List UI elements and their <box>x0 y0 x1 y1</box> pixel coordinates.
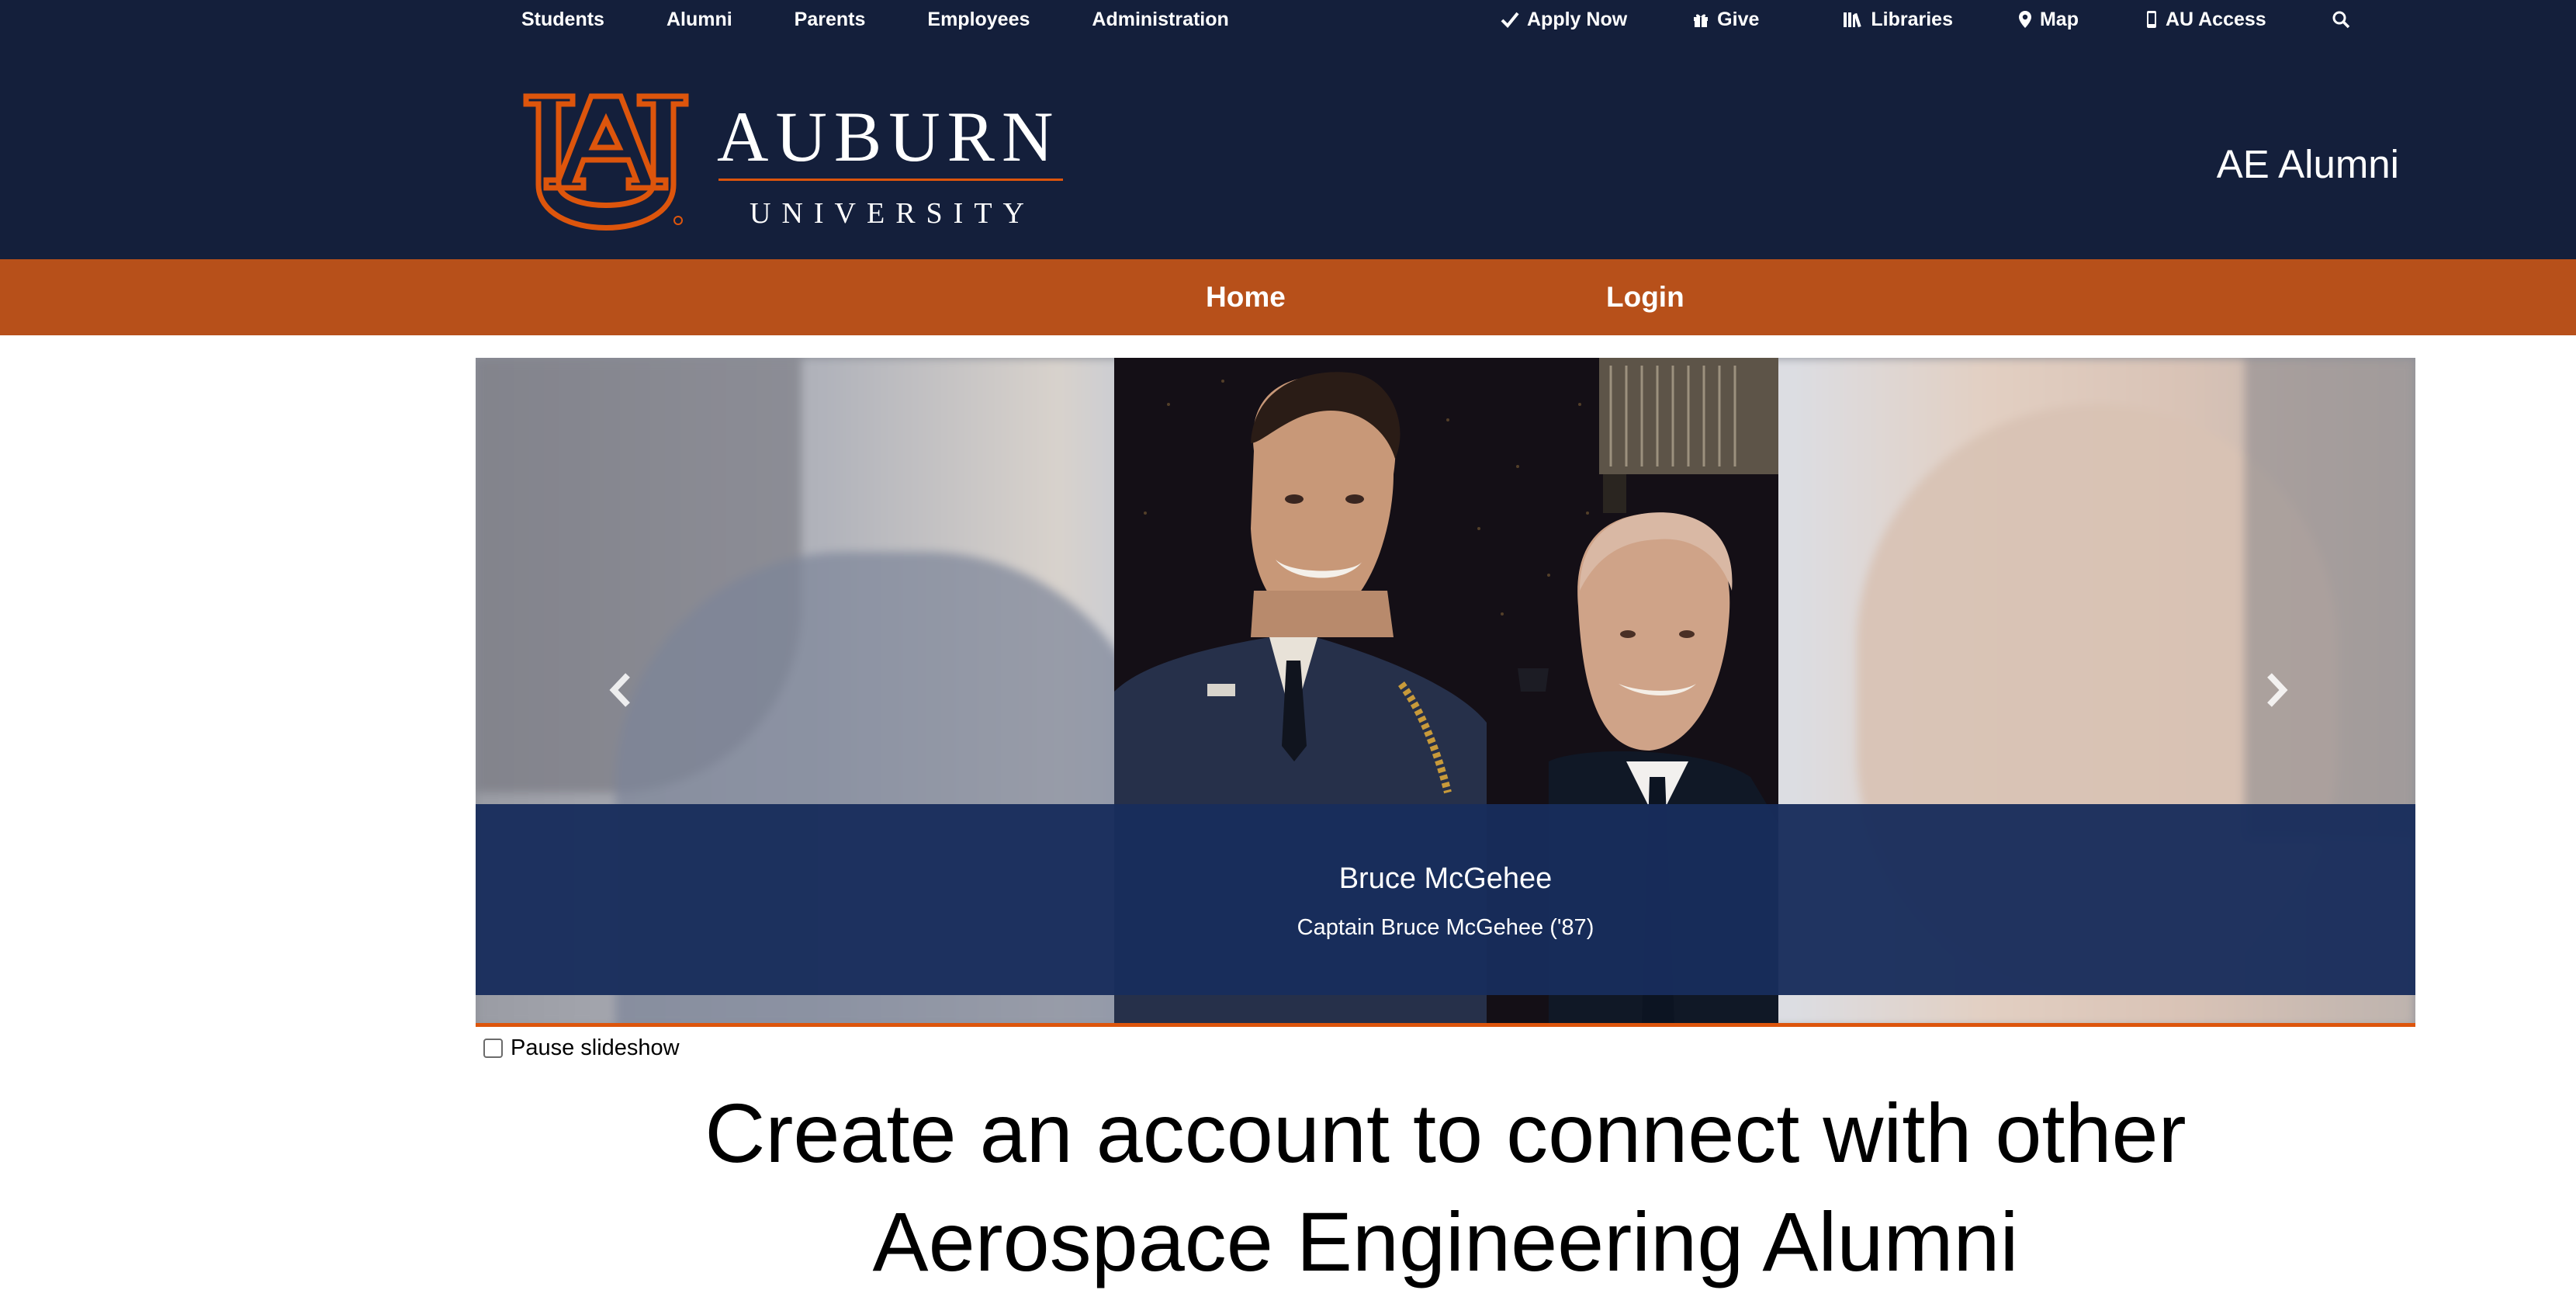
libraries-label: Libraries <box>1871 8 1953 30</box>
main-nav: Home Login <box>0 259 2576 335</box>
au-access-label: AU Access <box>2165 8 2266 30</box>
slide-caption-title: Bruce McGehee <box>1338 862 1553 895</box>
pause-slideshow-control[interactable]: Pause slideshow <box>483 1035 680 1061</box>
utility-nav-audiences: Students Alumni Parents Employees Admini… <box>521 0 1291 39</box>
gift-icon <box>1694 14 1709 27</box>
logo-divider <box>718 179 1063 181</box>
search-button[interactable] <box>2332 10 2358 29</box>
utility-link-employees[interactable]: Employees <box>927 9 1030 31</box>
give-label: Give <box>1717 8 1760 30</box>
utility-nav-actions: Apply Now Give Libraries Map AU Access <box>1501 0 2358 39</box>
site-header: Students Alumni Parents Employees Admini… <box>0 0 2576 259</box>
next-slide-button[interactable] <box>2265 672 2288 708</box>
apply-now-link[interactable]: Apply Now <box>1501 9 1627 31</box>
nav-login[interactable]: Login <box>1606 259 1684 335</box>
site-title[interactable]: AE Alumni <box>2217 144 2399 184</box>
map-link[interactable]: Map <box>2018 9 2079 31</box>
utility-link-alumni[interactable]: Alumni <box>667 9 732 31</box>
libraries-link[interactable]: Libraries <box>1843 9 1953 31</box>
slideshow: Bruce McGehee Captain Bruce McGehee ('87… <box>476 358 2415 1027</box>
search-icon <box>2332 11 2349 29</box>
utility-link-parents[interactable]: Parents <box>795 9 866 31</box>
mobile-phone-icon <box>2146 11 2156 28</box>
slideshow-divider <box>476 1023 2415 1027</box>
au-monogram-logo <box>523 93 689 231</box>
pause-slideshow-label: Pause slideshow <box>511 1035 680 1060</box>
map-label: Map <box>2039 8 2079 30</box>
slide-caption: Bruce McGehee Captain Bruce McGehee ('87… <box>476 804 2415 995</box>
pause-slideshow-checkbox[interactable] <box>483 1039 503 1058</box>
nav-home[interactable]: Home <box>1206 259 1286 335</box>
books-icon <box>1844 12 1862 28</box>
slide-caption-text: Captain Bruce McGehee ('87) <box>1297 915 1594 940</box>
utility-link-students[interactable]: Students <box>521 9 604 31</box>
apply-now-label: Apply Now <box>1527 8 1628 30</box>
auburn-logo[interactable]: AUBURN UNIVERSITY <box>521 90 1065 238</box>
logo-subtitle: UNIVERSITY <box>750 197 1035 230</box>
previous-slide-button[interactable] <box>609 672 632 708</box>
au-access-link[interactable]: AU Access <box>2145 9 2266 31</box>
utility-link-administration[interactable]: Administration <box>1092 9 1228 31</box>
checkmark-icon <box>1501 12 1519 28</box>
give-link[interactable]: Give <box>1692 9 1759 31</box>
page-headline: Create an account to connect with other … <box>705 1086 2186 1289</box>
logo-wordmark: AUBURN <box>717 97 1061 176</box>
map-pin-icon <box>2018 11 2031 28</box>
